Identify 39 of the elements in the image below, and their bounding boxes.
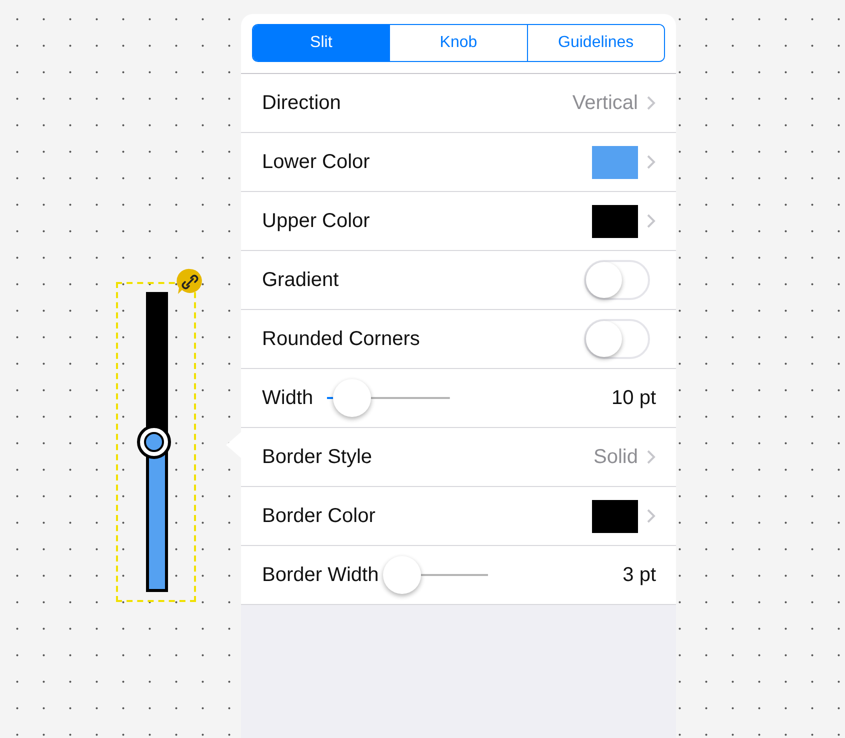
chevron-icon xyxy=(646,154,656,170)
settings-row[interactable]: Gradient xyxy=(241,251,676,310)
row-label: Border Width xyxy=(262,564,379,586)
row-label: Gradient xyxy=(262,268,339,292)
chevron-icon xyxy=(646,213,656,229)
row-label: Rounded Corners xyxy=(262,328,420,350)
settings-row[interactable]: Lower Color xyxy=(241,133,676,192)
settings-row[interactable]: Border Color xyxy=(241,487,676,546)
row-label: Lower Color xyxy=(262,150,370,174)
row-label: Border Style xyxy=(262,446,372,468)
slider-knob[interactable] xyxy=(137,425,171,459)
settings-row[interactable]: Width 10 pt xyxy=(241,369,676,428)
row-label: Width xyxy=(262,386,314,410)
row-label: Border Color xyxy=(262,504,376,528)
settings-row[interactable]: Border Style Solid xyxy=(241,428,676,487)
segment-tab[interactable]: Slit xyxy=(253,25,390,61)
color-swatch[interactable] xyxy=(592,204,638,238)
settings-row[interactable]: Rounded Corners xyxy=(241,310,676,369)
segment-tab[interactable]: Guidelines xyxy=(526,25,664,61)
slider-thumb[interactable] xyxy=(383,556,422,594)
settings-row[interactable]: Upper Color xyxy=(241,192,676,251)
settings-row[interactable]: Border Width 3 pt xyxy=(241,546,676,605)
slit-track[interactable] xyxy=(146,292,168,592)
color-swatch[interactable] xyxy=(592,146,638,178)
link-icon[interactable] xyxy=(176,268,204,296)
toggle-switch[interactable] xyxy=(584,260,650,300)
toggle-switch[interactable] xyxy=(584,319,650,359)
settings-row[interactable]: Direction Vertical xyxy=(241,74,676,133)
value-text: Vertical xyxy=(572,92,638,114)
value-text: 3 pt xyxy=(622,564,656,586)
row-label: Upper Color xyxy=(262,210,370,232)
value-text: 10 pt xyxy=(612,386,656,410)
value-text: Solid xyxy=(594,446,638,468)
chevron-icon xyxy=(646,95,656,111)
color-swatch[interactable] xyxy=(592,500,638,532)
slider-thumb[interactable] xyxy=(332,379,371,417)
chevron-icon xyxy=(646,508,656,524)
row-label: Direction xyxy=(262,92,341,114)
chevron-icon xyxy=(646,449,656,465)
